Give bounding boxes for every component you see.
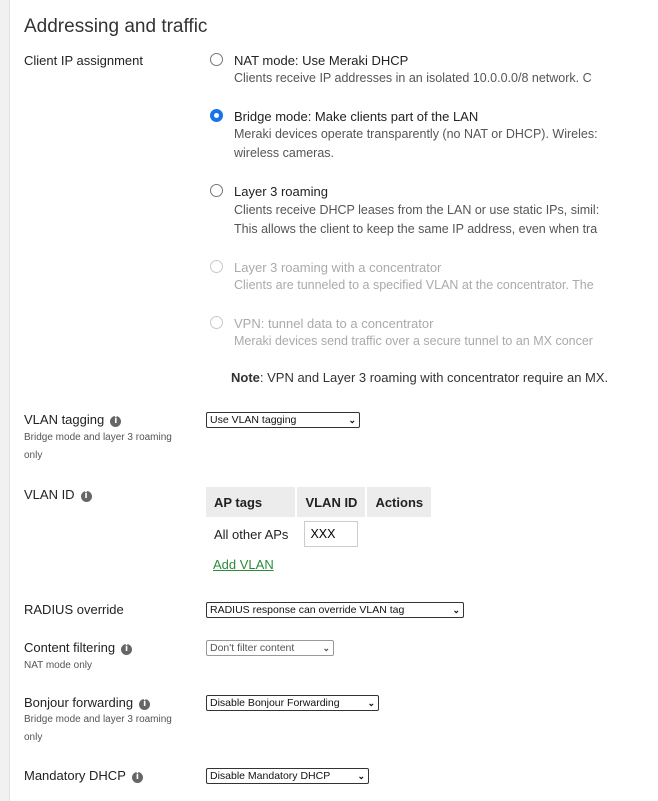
content-filtering-sublabel: NAT mode only bbox=[24, 660, 92, 671]
chevron-down-icon: ⌄ bbox=[322, 643, 330, 653]
bonjour-forwarding-label-text: Bonjour forwarding bbox=[24, 695, 134, 710]
vlan-tagging-label: VLAN tagging i bbox=[24, 412, 122, 427]
option-nat-mode-title: NAT mode: Use Meraki DHCP bbox=[234, 53, 409, 68]
bonjour-forwarding-label: Bonjour forwarding i bbox=[24, 695, 151, 710]
radio-bridge-mode[interactable] bbox=[210, 109, 223, 122]
col-vlan-id: VLAN ID bbox=[296, 487, 368, 517]
info-icon[interactable]: i bbox=[131, 772, 143, 783]
option-bridge-mode-title: Bridge mode: Make clients part of the LA… bbox=[234, 109, 479, 124]
vlan-tagging-label-text: VLAN tagging bbox=[24, 412, 105, 427]
chevron-down-icon: ⌄ bbox=[348, 415, 356, 425]
option-bridge-mode-desc-line1: Meraki devices operate transparently (no… bbox=[234, 127, 598, 141]
radius-override-label: RADIUS override bbox=[24, 602, 124, 617]
info-icon[interactable]: i bbox=[110, 416, 122, 427]
option-nat-mode-desc: Clients receive IP addresses in an isola… bbox=[234, 71, 592, 85]
radio-nat-mode[interactable] bbox=[210, 53, 223, 66]
content-filtering-select[interactable]: Don't filter content ⌄ bbox=[206, 640, 334, 656]
note-bold-label: Note bbox=[231, 370, 260, 385]
radio-layer3-roaming[interactable] bbox=[210, 184, 223, 197]
row-vlan-id-cell bbox=[296, 517, 366, 551]
info-icon[interactable]: i bbox=[121, 644, 133, 655]
mandatory-dhcp-label-text: Mandatory DHCP bbox=[24, 768, 126, 783]
vlan-tagging-select[interactable]: Use VLAN tagging ⌄ bbox=[206, 412, 360, 428]
vlan-id-label-text: VLAN ID bbox=[24, 487, 75, 502]
vlan-id-label: VLAN ID i bbox=[24, 487, 92, 502]
content-filtering-select-value: Don't filter content bbox=[210, 642, 295, 654]
content-filtering-label-text: Content filtering bbox=[24, 640, 116, 655]
bonjour-forwarding-select-value: Disable Bonjour Forwarding bbox=[210, 697, 340, 709]
table-row: All other APs bbox=[206, 517, 432, 551]
info-icon[interactable]: i bbox=[139, 699, 151, 710]
mandatory-dhcp-label: Mandatory DHCP i bbox=[24, 768, 143, 783]
vlan-table-header-row: AP tags VLAN ID Actions bbox=[206, 487, 434, 517]
chevron-down-icon: ⌄ bbox=[367, 698, 375, 708]
option-vpn-concentrator-title: VPN: tunnel data to a concentrator bbox=[234, 316, 434, 331]
left-gutter bbox=[0, 0, 10, 801]
vlan-tagging-sublabel: Bridge mode and layer 3 roaming only bbox=[24, 432, 172, 461]
client-ip-assignment-label: Client IP assignment bbox=[24, 53, 143, 68]
vlan-id-input[interactable] bbox=[304, 521, 359, 547]
option-layer3-roaming-title: Layer 3 roaming bbox=[234, 184, 328, 199]
mandatory-dhcp-select-value: Disable Mandatory DHCP bbox=[210, 770, 331, 782]
radius-override-select-value: RADIUS response can override VLAN tag bbox=[210, 604, 405, 616]
option-layer3-roaming-desc-line1: Clients receive DHCP leases from the LAN… bbox=[234, 203, 600, 217]
option-layer3-roaming-desc-line2: This allows the client to keep the same … bbox=[234, 222, 598, 236]
info-icon[interactable]: i bbox=[80, 491, 92, 502]
option-layer3-concentrator-title: Layer 3 roaming with a concentrator bbox=[234, 260, 442, 275]
mx-requirement-note: Note: VPN and Layer 3 roaming with conce… bbox=[231, 370, 608, 385]
vlan-tagging-select-value: Use VLAN tagging bbox=[210, 414, 297, 426]
row-actions-cell bbox=[366, 517, 432, 551]
col-actions: Actions bbox=[366, 487, 434, 517]
option-bridge-mode-desc-line2: wireless cameras. bbox=[234, 146, 335, 160]
vlan-table: AP tags VLAN ID Actions All other APs bbox=[206, 487, 434, 551]
addressing-traffic-panel: Addressing and traffic Client IP assignm… bbox=[10, 0, 658, 801]
add-vlan-link[interactable]: Add VLAN bbox=[213, 557, 274, 572]
radius-override-select[interactable]: RADIUS response can override VLAN tag ⌄ bbox=[206, 602, 464, 618]
note-text: : VPN and Layer 3 roaming with concentra… bbox=[259, 370, 609, 385]
option-layer3-concentrator-desc: Clients are tunneled to a specified VLAN… bbox=[234, 278, 594, 292]
chevron-down-icon: ⌄ bbox=[452, 605, 460, 615]
radio-layer3-concentrator[interactable] bbox=[210, 260, 223, 273]
bonjour-forwarding-sublabel: Bridge mode and layer 3 roaming only bbox=[24, 714, 172, 743]
chevron-down-icon: ⌄ bbox=[357, 771, 365, 781]
col-ap-tags: AP tags bbox=[206, 487, 298, 517]
content-filtering-label: Content filtering i bbox=[24, 640, 133, 655]
radio-vpn-concentrator[interactable] bbox=[210, 316, 223, 329]
bonjour-forwarding-select[interactable]: Disable Bonjour Forwarding ⌄ bbox=[206, 695, 379, 711]
option-vpn-concentrator-desc: Meraki devices send traffic over a secur… bbox=[234, 334, 593, 348]
row-ap-tag-label: All other APs bbox=[214, 526, 289, 542]
mandatory-dhcp-select[interactable]: Disable Mandatory DHCP ⌄ bbox=[206, 768, 369, 784]
section-title: Addressing and traffic bbox=[24, 16, 208, 37]
